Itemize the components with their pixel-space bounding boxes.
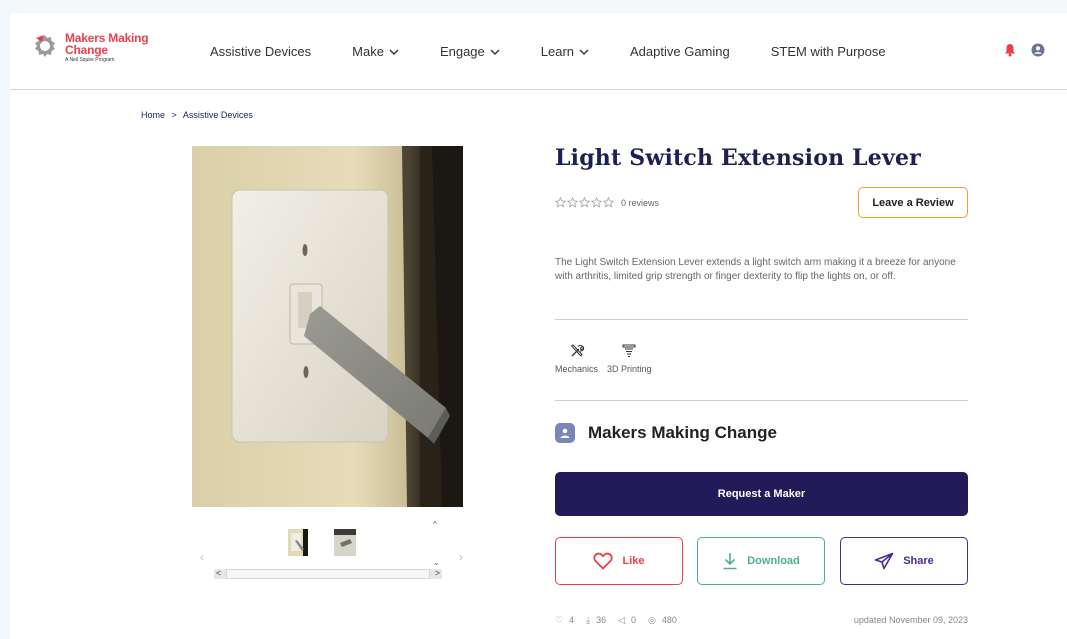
site-logo[interactable]: Makers Making Change A Neil Squire Progr… — [32, 32, 149, 63]
category-label: Mechanics — [555, 364, 599, 374]
like-label: Like — [622, 555, 645, 567]
breadcrumb-separator: > — [171, 110, 177, 120]
product-title: Light Switch Extension Lever — [555, 145, 921, 171]
thumbnail-2[interactable] — [334, 529, 356, 556]
site-header: Makers Making Change A Neil Squire Progr… — [10, 13, 1067, 90]
scroll-right-arrow-icon[interactable]: > — [435, 568, 440, 578]
category-3d-printing[interactable]: 3D Printing — [607, 343, 652, 374]
send-icon — [874, 552, 894, 570]
eye-icon: ◎ — [648, 615, 656, 625]
nav-item-assistive-devices[interactable]: Assistive Devices — [210, 44, 311, 59]
share-button[interactable]: Share — [840, 537, 968, 585]
breadcrumb-current[interactable]: Assistive Devices — [183, 110, 253, 120]
user-icon[interactable] — [1031, 43, 1045, 57]
main-nav: Assistive Devices Make Engage Learn Adap… — [210, 44, 886, 59]
nav-item-stem-with-purpose[interactable]: STEM with Purpose — [771, 44, 886, 59]
nav-label: Adaptive Gaming — [630, 44, 730, 59]
logo-gear-icon — [35, 35, 55, 57]
star-outline-icon[interactable] — [603, 197, 614, 208]
chevron-right-icon[interactable]: › — [459, 550, 463, 564]
bell-icon[interactable] — [1003, 43, 1017, 57]
thumbnail-1[interactable] — [288, 529, 308, 556]
category-mechanics[interactable]: Mechanics — [555, 343, 598, 374]
divider — [555, 400, 968, 401]
heart-outline-icon: ♡ — [555, 615, 564, 625]
scrollbar-thumb[interactable] — [226, 569, 430, 579]
heart-icon — [593, 552, 614, 570]
nav-item-make[interactable]: Make — [352, 44, 399, 59]
nav-label: Make — [352, 44, 384, 59]
chevron-down-icon — [389, 49, 399, 55]
category-label: 3D Printing — [607, 364, 652, 374]
nav-label: Assistive Devices — [210, 44, 312, 59]
star-outline-icon[interactable] — [567, 197, 578, 208]
page: Makers Making Change A Neil Squire Progr… — [10, 13, 1067, 639]
likes-count: 4 — [569, 615, 575, 625]
nav-item-adaptive-gaming[interactable]: Adaptive Gaming — [630, 44, 730, 59]
downloads-count: 36 — [596, 615, 607, 625]
star-outline-icon[interactable] — [579, 197, 590, 208]
download-icon — [723, 553, 737, 570]
thumbnail-horizontal-scrollbar[interactable]: < > — [214, 568, 442, 579]
divider — [555, 319, 968, 320]
downloads-stat: ⤓ 36 — [586, 615, 612, 626]
views-count: 480 — [661, 615, 677, 625]
breadcrumb: Home > Assistive Devices — [141, 110, 257, 120]
likes-stat: ♡ 4 — [555, 615, 580, 626]
thumbnail-carousel: ‹ ^ ⌄ › < > — [192, 520, 463, 590]
shares-count: 0 — [631, 615, 637, 625]
download-button[interactable]: Download — [697, 537, 825, 585]
scroll-left-arrow-icon[interactable]: < — [216, 568, 221, 578]
star-outline-icon[interactable] — [555, 197, 566, 208]
download-label: Download — [747, 555, 800, 567]
request-maker-button[interactable]: Request a Maker — [555, 472, 968, 516]
logo-tagline: A Neil Squire Program — [65, 57, 115, 63]
like-button[interactable]: Like — [555, 537, 683, 585]
nav-item-engage[interactable]: Engage — [440, 44, 500, 59]
product-stats: ♡ 4 ⤓ 36 ◁ 0 ◎ 480 — [555, 615, 689, 626]
chevron-down-icon — [579, 49, 589, 55]
user-badge-icon — [555, 423, 575, 443]
download-small-icon: ⤓ — [586, 615, 591, 625]
star-outline-icon[interactable] — [591, 197, 602, 208]
3d-printer-icon — [622, 344, 636, 358]
chevron-left-icon[interactable]: ‹ — [200, 550, 204, 564]
logo-line2: Change — [65, 43, 108, 57]
maker-info[interactable]: Makers Making Change — [555, 423, 777, 443]
send-small-icon: ◁ — [618, 615, 626, 625]
nav-label: Engage — [439, 44, 485, 59]
share-label: Share — [903, 555, 934, 567]
chevron-down-icon — [490, 49, 500, 55]
shares-stat: ◁ 0 — [618, 615, 642, 626]
updated-date: updated November 09, 2023 — [853, 615, 968, 625]
breadcrumb-home[interactable]: Home — [141, 110, 165, 120]
categories: Mechanics 3D Printing — [555, 343, 661, 374]
tools-icon — [570, 344, 584, 357]
product-main-image[interactable] — [192, 146, 463, 507]
rating: 0 reviews — [555, 197, 659, 208]
nav-item-learn[interactable]: Learn — [541, 44, 589, 59]
maker-name: Makers Making Change — [588, 423, 777, 442]
product-description: The Light Switch Extension Lever extends… — [555, 257, 956, 282]
nav-label: Learn — [540, 44, 575, 59]
views-stat: ◎ 480 — [648, 615, 683, 626]
reviews-count[interactable]: 0 reviews — [621, 198, 659, 208]
thumbnail-vertical-scrollbar[interactable]: ^ ⌄ — [432, 520, 442, 568]
nav-label: STEM with Purpose — [770, 44, 886, 59]
leave-review-button[interactable]: Leave a Review — [858, 187, 968, 218]
header-actions — [1003, 43, 1045, 57]
